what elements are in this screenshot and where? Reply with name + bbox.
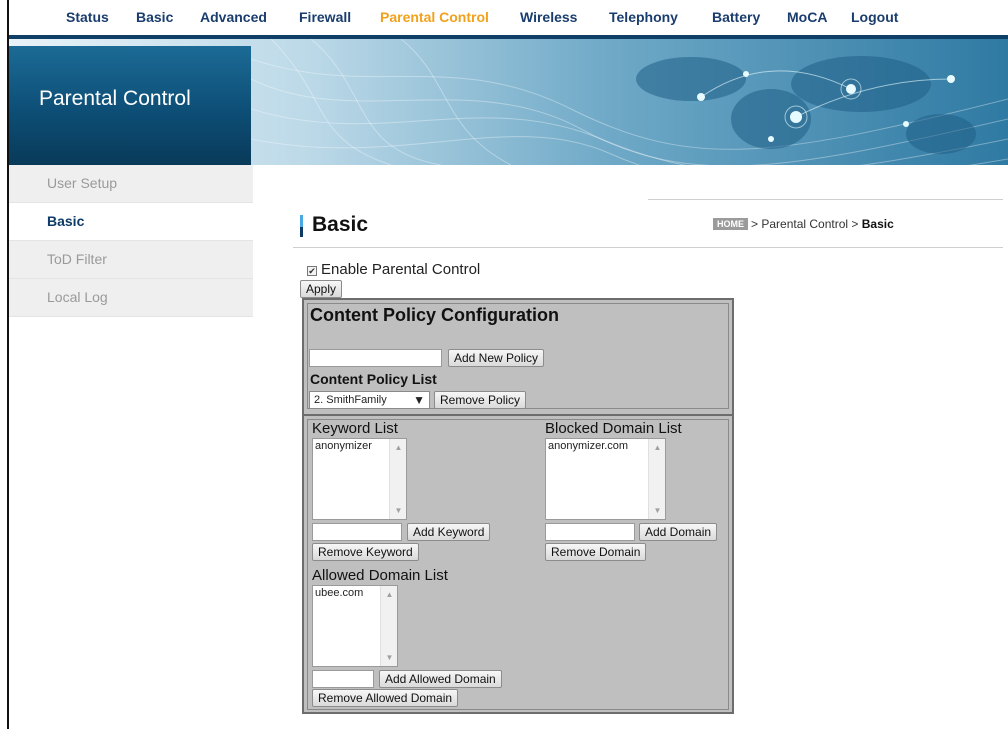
blocked-domain-item[interactable]: anonymizer.com xyxy=(548,440,663,452)
add-keyword-button[interactable]: Add Keyword xyxy=(407,523,491,541)
nav-battery[interactable]: Battery xyxy=(712,9,760,25)
sidemenu-item-tod-filter[interactable]: ToD Filter xyxy=(9,241,253,279)
remove-domain-button[interactable]: Remove Domain xyxy=(545,543,647,561)
sidemenu-item-basic[interactable]: Basic xyxy=(9,203,253,241)
scroll-down-icon[interactable]: ▼ xyxy=(381,653,397,662)
nav-firewall[interactable]: Firewall xyxy=(299,9,351,25)
page-title: Basic xyxy=(312,213,369,236)
remove-keyword-button[interactable]: Remove Keyword xyxy=(312,543,419,561)
allowed-domain-listbox[interactable]: ubee.com ▲ ▼ xyxy=(312,585,398,667)
world-map-graphic xyxy=(251,39,1008,165)
nav-basic[interactable]: Basic xyxy=(136,9,173,25)
add-domain-button[interactable]: Add Domain xyxy=(639,523,718,541)
nav-parental-control[interactable]: Parental Control xyxy=(380,9,489,25)
remove-allowed-domain-button[interactable]: Remove Allowed Domain xyxy=(312,689,459,707)
breadcrumb-path: > Parental Control > xyxy=(751,217,859,231)
content-policy-title: Content Policy Configuration xyxy=(310,305,559,325)
dropdown-arrow-icon: ▼ xyxy=(413,393,425,407)
add-new-policy-button[interactable]: Add New Policy xyxy=(448,349,545,367)
nav-logout[interactable]: Logout xyxy=(851,9,898,25)
scroll-down-icon[interactable]: ▼ xyxy=(390,506,406,515)
keyword-list-scrollbar[interactable]: ▲ ▼ xyxy=(389,439,406,519)
nav-wireless[interactable]: Wireless xyxy=(520,9,577,25)
allowed-domain-list-title: Allowed Domain List xyxy=(312,567,448,584)
banner-title-text: Parental Control xyxy=(39,87,191,110)
header-banner: Parental Control xyxy=(9,39,1008,165)
keyword-listbox[interactable]: anonymizer ▲ ▼ xyxy=(312,438,407,520)
policy-select[interactable]: 2. SmithFamily ▼ xyxy=(309,391,430,409)
home-icon[interactable]: HOME xyxy=(713,218,748,230)
enable-parental-control-label: Enable Parental Control xyxy=(321,261,481,278)
blocked-domain-input[interactable] xyxy=(545,523,635,541)
scroll-up-icon[interactable]: ▲ xyxy=(381,590,397,599)
sidemenu-item-user-setup[interactable]: User Setup xyxy=(9,165,253,203)
scroll-up-icon[interactable]: ▲ xyxy=(390,443,406,452)
keyword-list-title: Keyword List xyxy=(312,420,398,437)
banner-section-title: Parental Control xyxy=(9,46,251,165)
keyword-input[interactable] xyxy=(312,523,402,541)
scroll-up-icon[interactable]: ▲ xyxy=(649,443,665,452)
allowed-domain-input[interactable] xyxy=(312,670,374,688)
content-policy-list-title: Content Policy List xyxy=(310,371,437,387)
apply-button[interactable]: Apply xyxy=(300,280,343,298)
header-divider-top xyxy=(648,199,1003,200)
blocked-domain-scrollbar[interactable]: ▲ ▼ xyxy=(648,439,665,519)
nav-telephony[interactable]: Telephony xyxy=(609,9,678,25)
breadcrumb-current: Basic xyxy=(861,217,894,231)
content-policy-panel: Content Policy Configuration Add New Pol… xyxy=(302,298,734,714)
breadcrumb: HOME > Parental Control > Basic xyxy=(713,217,894,231)
scroll-down-icon[interactable]: ▼ xyxy=(649,506,665,515)
allowed-domain-scrollbar[interactable]: ▲ ▼ xyxy=(380,586,397,666)
side-menu: User Setup Basic ToD Filter Local Log xyxy=(9,165,253,317)
policy-select-value: 2. SmithFamily xyxy=(314,394,387,406)
enable-parental-control-checkbox[interactable]: ✔ xyxy=(307,266,317,276)
nav-status[interactable]: Status xyxy=(66,9,109,25)
add-allowed-domain-button[interactable]: Add Allowed Domain xyxy=(379,670,502,688)
enable-parental-control-row: ✔ Enable Parental Control xyxy=(307,261,480,278)
new-policy-input[interactable] xyxy=(309,349,442,367)
nav-advanced[interactable]: Advanced xyxy=(200,9,267,25)
policy-divider xyxy=(304,414,732,416)
blocked-domain-listbox[interactable]: anonymizer.com ▲ ▼ xyxy=(545,438,666,520)
blocked-domain-list-title: Blocked Domain List xyxy=(545,420,682,437)
top-navigation: Status Basic Advanced Firewall Parental … xyxy=(9,0,1008,39)
title-accent-bar xyxy=(300,215,303,237)
remove-policy-button[interactable]: Remove Policy xyxy=(434,391,527,409)
nav-moca[interactable]: MoCA xyxy=(787,9,827,25)
sidemenu-item-local-log[interactable]: Local Log xyxy=(9,279,253,317)
header-divider-bottom xyxy=(293,247,1003,248)
